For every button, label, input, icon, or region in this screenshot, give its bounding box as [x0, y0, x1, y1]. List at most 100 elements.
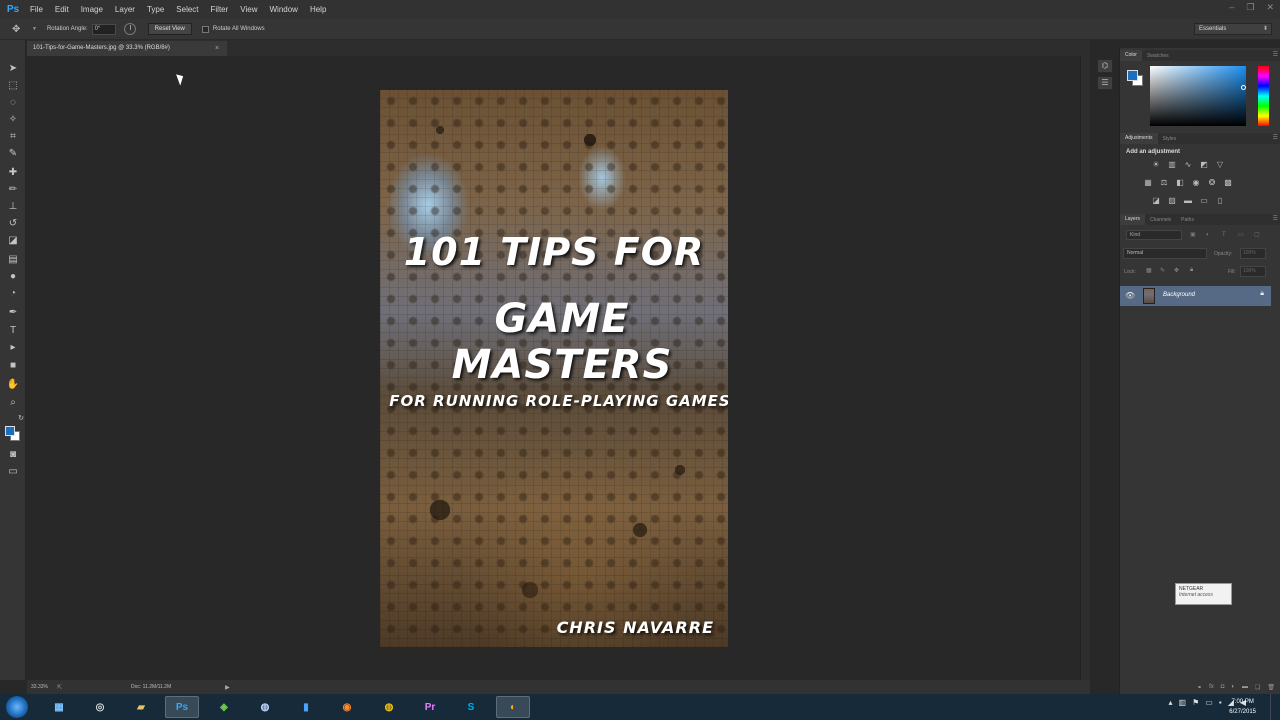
invert-icon[interactable]: ◪ — [1150, 195, 1162, 207]
tab-layers[interactable]: Layers — [1120, 214, 1146, 225]
start-button[interactable] — [6, 696, 28, 718]
document-tab[interactable]: 101-Tips-for-Game-Masters.jpg @ 33.3% (R… — [27, 41, 227, 56]
curves-icon[interactable]: ∿ — [1182, 159, 1194, 171]
opacity-input[interactable]: 100% — [1240, 248, 1266, 259]
menu-edit[interactable]: Edit — [51, 5, 77, 14]
lasso-tool-icon[interactable]: ◌ — [6, 96, 20, 110]
dodge-tool-icon[interactable]: ◔ — [6, 287, 20, 301]
media-center-icon[interactable]: ▦ — [42, 696, 76, 718]
blur-tool-icon[interactable]: ● — [6, 270, 20, 284]
hand-tool-icon[interactable]: ✋ — [6, 378, 20, 392]
quick-select-tool-icon[interactable]: ✧ — [6, 113, 20, 127]
close-icon[interactable]: ✕ — [1266, 2, 1274, 13]
marquee-tool-icon[interactable]: ⬚ — [6, 79, 20, 93]
workspace-select[interactable]: Essentials — [1194, 23, 1272, 35]
photo-filter-icon[interactable]: ◉ — [1190, 177, 1202, 189]
menu-image[interactable]: Image — [77, 5, 111, 14]
delete-layer-icon[interactable]: 🗑︎ — [1267, 684, 1275, 691]
foreground-color-swatch[interactable] — [5, 426, 15, 436]
filter-shape-icon[interactable]: ▭ — [1238, 231, 1247, 239]
rotate-all-windows-checkbox[interactable] — [201, 25, 209, 33]
path-select-tool-icon[interactable]: ▸ — [6, 341, 20, 355]
new-group-icon[interactable]: ▬ — [1242, 684, 1248, 690]
eyedropper-tool-icon[interactable]: ✎ — [6, 147, 20, 161]
lock-position-icon[interactable]: ✥ — [1174, 267, 1179, 274]
shape-tool-icon[interactable]: ■ — [6, 359, 20, 373]
tab-swatches[interactable]: Swatches — [1142, 53, 1174, 59]
flag-icon[interactable]: ⚑ — [1192, 698, 1199, 707]
layer-row-background[interactable]: 👁︎ Background 🔒︎ — [1120, 286, 1271, 306]
threshold-icon[interactable]: ▬ — [1182, 195, 1194, 207]
app-icon[interactable]: ◍ — [248, 696, 282, 718]
photoshop-taskbar-icon[interactable]: Ps — [165, 696, 199, 718]
restore-icon[interactable]: ❐ — [1246, 2, 1254, 13]
properties-panel-icon[interactable]: ☰ — [1097, 76, 1113, 90]
network-icon[interactable]: ▥ — [1179, 698, 1187, 707]
history-brush-tool-icon[interactable]: ↺ — [6, 217, 20, 231]
skype-icon[interactable]: S — [454, 696, 488, 718]
tab-adjustments[interactable]: Adjustments — [1120, 133, 1158, 144]
panel-menu-icon[interactable]: ☰ — [1273, 133, 1278, 144]
lock-transparent-icon[interactable]: ▦ — [1146, 267, 1152, 274]
tab-styles[interactable]: Styles — [1158, 136, 1182, 142]
file-explorer-icon[interactable]: ▰ — [124, 696, 158, 718]
add-mask-icon[interactable]: ◘ — [1221, 684, 1225, 690]
tray-expand-icon[interactable]: ▴ — [1169, 698, 1173, 707]
filter-type-icon[interactable]: T — [1222, 231, 1231, 239]
show-desktop-button[interactable] — [1270, 694, 1280, 720]
vibrance-icon[interactable]: ▽ — [1214, 159, 1226, 171]
app-icon[interactable]: ▮ — [289, 696, 323, 718]
premiere-icon[interactable]: Pr — [413, 696, 447, 718]
tab-paths[interactable]: Paths — [1176, 217, 1199, 223]
panel-menu-icon[interactable]: ☰ — [1273, 50, 1278, 61]
android-studio-icon[interactable]: ◈ — [207, 696, 241, 718]
menu-help[interactable]: Help — [306, 5, 334, 14]
brush-tool-icon[interactable]: ✏ — [6, 183, 20, 197]
clone-stamp-tool-icon[interactable]: ⊥ — [6, 200, 20, 214]
screen-recorder-icon[interactable]: ◐ — [496, 696, 530, 718]
share-icon[interactable]: ⇱ — [57, 684, 71, 691]
panel-menu-icon[interactable]: ☰ — [1273, 214, 1278, 225]
filter-pixel-icon[interactable]: ▣ — [1190, 231, 1199, 239]
layer-style-icon[interactable]: fx — [1209, 684, 1214, 690]
lock-all-icon[interactable]: 🔒︎ — [1190, 267, 1193, 274]
menu-select[interactable]: Select — [172, 5, 206, 14]
menu-filter[interactable]: Filter — [207, 5, 237, 14]
rotate-view-tool-icon[interactable]: ✥ — [12, 24, 32, 35]
exposure-icon[interactable]: ◩ — [1198, 159, 1210, 171]
hue-slider[interactable] — [1258, 66, 1269, 126]
visibility-eye-icon[interactable]: 👁︎ — [1125, 290, 1137, 302]
history-panel-icon[interactable]: ⌬ — [1097, 59, 1113, 73]
quick-mask-icon[interactable]: ◙ — [6, 448, 20, 462]
color-picker-marker[interactable] — [1241, 85, 1246, 90]
new-adjustment-icon[interactable]: ◐ — [1231, 684, 1235, 690]
black-white-icon[interactable]: ◧ — [1174, 177, 1186, 189]
menu-type[interactable]: Type — [143, 5, 172, 14]
color-lookup-icon[interactable]: ▩ — [1222, 177, 1234, 189]
menu-window[interactable]: Window — [266, 5, 306, 14]
clock[interactable]: 7:00 PM 6/27/2015 — [1229, 697, 1256, 717]
menu-layer[interactable]: Layer — [111, 5, 143, 14]
rotation-dial-icon[interactable] — [123, 23, 136, 35]
tab-channels[interactable]: Channels — [1145, 217, 1176, 223]
color-balance-icon[interactable]: ⚖ — [1158, 177, 1170, 189]
move-tool-icon[interactable]: ➤ — [6, 62, 20, 76]
close-document-icon[interactable]: × — [215, 41, 219, 56]
rotation-angle-input[interactable]: 0° — [91, 23, 116, 35]
menu-file[interactable]: File — [26, 5, 51, 14]
posterize-icon[interactable]: ▨ — [1166, 195, 1178, 207]
tray-app-icon[interactable]: ▪ — [1219, 698, 1222, 707]
healing-brush-tool-icon[interactable]: ✚ — [6, 166, 20, 180]
pen-tool-icon[interactable]: ✒ — [6, 306, 20, 320]
type-tool-icon[interactable]: T — [6, 324, 20, 338]
steam-icon[interactable]: ◎ — [83, 696, 117, 718]
levels-icon[interactable]: ▥ — [1166, 159, 1178, 171]
tool-preset-caret-icon[interactable]: ▼ — [32, 26, 37, 32]
link-layers-icon[interactable]: ⚭ — [1197, 684, 1202, 691]
filter-smart-icon[interactable]: ▢ — [1254, 231, 1263, 239]
monitor-icon[interactable]: ▭ — [1205, 698, 1213, 707]
channel-mixer-icon[interactable]: ❂ — [1206, 177, 1218, 189]
lock-image-icon[interactable]: ✎ — [1160, 267, 1165, 274]
chrome-icon[interactable]: ◍ — [372, 696, 406, 718]
new-layer-icon[interactable]: ❏ — [1255, 684, 1260, 691]
